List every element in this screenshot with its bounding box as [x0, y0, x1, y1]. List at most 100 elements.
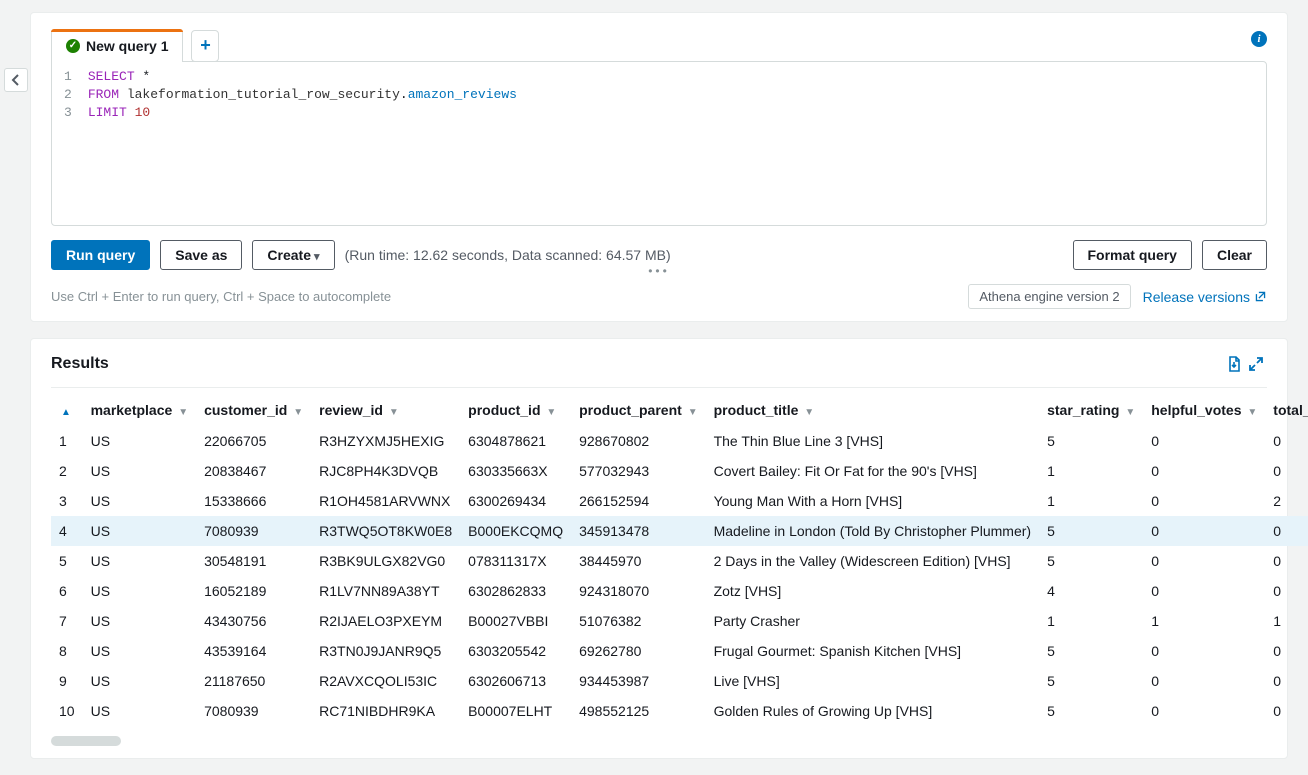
table-cell: 934453987: [571, 666, 705, 696]
query-editor-panel: ✓ New query 1 + i 123 SELECT * FROM lake…: [30, 12, 1288, 322]
table-cell: 1: [1039, 486, 1143, 516]
table-cell: Madeline in London (Told By Christopher …: [706, 516, 1039, 546]
format-query-button[interactable]: Format query: [1073, 240, 1192, 270]
table-cell: R2AVXCQOLI53IC: [311, 666, 460, 696]
engine-version-badge: Athena engine version 2: [968, 284, 1130, 309]
table-cell: Party Crasher: [706, 606, 1039, 636]
info-icon[interactable]: i: [1251, 31, 1267, 47]
table-cell: 1: [1039, 606, 1143, 636]
table-cell: 6304878621: [460, 426, 571, 456]
table-row[interactable]: 6US16052189R1LV7NN89A38YT630286283392431…: [51, 576, 1308, 606]
keyboard-hint: Use Ctrl + Enter to run query, Ctrl + Sp…: [51, 289, 391, 304]
run-info-text: (Run time: 12.62 seconds, Data scanned: …: [345, 247, 671, 263]
table-cell: 498552125: [571, 696, 705, 726]
table-cell: 630335663X: [460, 456, 571, 486]
table-cell: 6303205542: [460, 636, 571, 666]
query-tab-label: New query 1: [86, 38, 168, 54]
download-icon[interactable]: [1223, 353, 1245, 375]
results-title: Results: [51, 355, 109, 373]
column-header[interactable]: review_id ▼: [311, 394, 460, 426]
table-cell: 078311317X: [460, 546, 571, 576]
table-cell: US: [83, 666, 197, 696]
query-tab[interactable]: ✓ New query 1: [51, 29, 183, 62]
table-cell: B000EKCQMQ: [460, 516, 571, 546]
table-cell: R3HZYXMJ5HEXIG: [311, 426, 460, 456]
sql-editor[interactable]: 123 SELECT * FROM lakeformation_tutorial…: [51, 61, 1267, 226]
column-header[interactable]: marketplace ▼: [83, 394, 197, 426]
collapse-sidebar-button[interactable]: [4, 68, 28, 92]
table-cell: 0: [1143, 576, 1265, 606]
table-cell: Covert Bailey: Fit Or Fat for the 90's […: [706, 456, 1039, 486]
table-cell: 6300269434: [460, 486, 571, 516]
table-cell: 7080939: [196, 696, 311, 726]
table-cell: B00027VBBI: [460, 606, 571, 636]
table-cell: RC71NIBDHR9KA: [311, 696, 460, 726]
expand-icon[interactable]: [1245, 353, 1267, 375]
table-cell: Frugal Gourmet: Spanish Kitchen [VHS]: [706, 636, 1039, 666]
horizontal-scrollbar[interactable]: [51, 736, 121, 746]
table-cell: Live [VHS]: [706, 666, 1039, 696]
table-cell: 928670802: [571, 426, 705, 456]
column-header[interactable]: ▲: [51, 394, 83, 426]
sql-code: SELECT * FROM lakeformation_tutorial_row…: [80, 62, 525, 225]
table-cell: 0: [1143, 426, 1265, 456]
table-cell: 5: [51, 546, 83, 576]
create-dropdown[interactable]: Create: [252, 240, 334, 270]
table-cell: 5: [1039, 426, 1143, 456]
column-header[interactable]: product_title ▼: [706, 394, 1039, 426]
column-header[interactable]: product_id ▼: [460, 394, 571, 426]
table-cell: 0: [1143, 486, 1265, 516]
table-cell: 3: [51, 486, 83, 516]
table-cell: Golden Rules of Growing Up [VHS]: [706, 696, 1039, 726]
table-cell: 1: [51, 426, 83, 456]
release-versions-link[interactable]: Release versions: [1143, 289, 1267, 305]
table-cell: 0: [1265, 636, 1308, 666]
table-row[interactable]: 2US20838467RJC8PH4K3DVQB630335663X577032…: [51, 456, 1308, 486]
table-cell: 0: [1143, 456, 1265, 486]
results-table: ▲marketplace ▼customer_id ▼review_id ▼pr…: [51, 394, 1308, 726]
table-cell: 2 Days in the Valley (Widescreen Edition…: [706, 546, 1039, 576]
table-row[interactable]: 5US30548191R3BK9ULGX82VG0078311317X38445…: [51, 546, 1308, 576]
clear-button[interactable]: Clear: [1202, 240, 1267, 270]
table-cell: 69262780: [571, 636, 705, 666]
table-cell: US: [83, 486, 197, 516]
table-cell: US: [83, 636, 197, 666]
column-header[interactable]: helpful_votes ▼: [1143, 394, 1265, 426]
table-cell: 5: [1039, 696, 1143, 726]
table-row[interactable]: 1US22066705R3HZYXMJ5HEXIG630487862192867…: [51, 426, 1308, 456]
table-cell: 7: [51, 606, 83, 636]
table-cell: 10: [51, 696, 83, 726]
add-tab-button[interactable]: +: [191, 30, 219, 62]
column-header[interactable]: star_rating ▼: [1039, 394, 1143, 426]
table-cell: 0: [1143, 696, 1265, 726]
table-cell: 0: [1265, 576, 1308, 606]
run-query-button[interactable]: Run query: [51, 240, 150, 270]
table-cell: 6302862833: [460, 576, 571, 606]
table-cell: 2: [1265, 486, 1308, 516]
table-cell: 0: [1265, 456, 1308, 486]
table-row[interactable]: 10US7080939RC71NIBDHR9KAB00007ELHT498552…: [51, 696, 1308, 726]
table-row[interactable]: 7US43430756R2IJAELO3PXEYMB00027VBBI51076…: [51, 606, 1308, 636]
table-row[interactable]: 3US15338666R1OH4581ARVWNX630026943426615…: [51, 486, 1308, 516]
table-cell: 5: [1039, 636, 1143, 666]
table-cell: 0: [1143, 636, 1265, 666]
column-header[interactable]: total_votes ▼: [1265, 394, 1308, 426]
table-cell: R3BK9ULGX82VG0: [311, 546, 460, 576]
table-cell: R3TN0J9JANR9Q5: [311, 636, 460, 666]
results-panel: Results ▲marketplace ▼customer_id ▼revie…: [30, 338, 1288, 759]
table-cell: 5: [1039, 516, 1143, 546]
table-cell: US: [83, 606, 197, 636]
table-row[interactable]: 4US7080939R3TWQ5OT8KW0E8B000EKCQMQ345913…: [51, 516, 1308, 546]
table-cell: 21187650: [196, 666, 311, 696]
table-cell: US: [83, 426, 197, 456]
column-header[interactable]: product_parent ▼: [571, 394, 705, 426]
table-cell: 1: [1143, 606, 1265, 636]
column-header[interactable]: customer_id ▼: [196, 394, 311, 426]
table-cell: 1: [1039, 456, 1143, 486]
table-row[interactable]: 8US43539164R3TN0J9JANR9Q5630320554269262…: [51, 636, 1308, 666]
table-cell: 38445970: [571, 546, 705, 576]
table-row[interactable]: 9US21187650R2AVXCQOLI53IC630260671393445…: [51, 666, 1308, 696]
table-cell: 924318070: [571, 576, 705, 606]
save-as-button[interactable]: Save as: [160, 240, 242, 270]
table-cell: 0: [1265, 546, 1308, 576]
